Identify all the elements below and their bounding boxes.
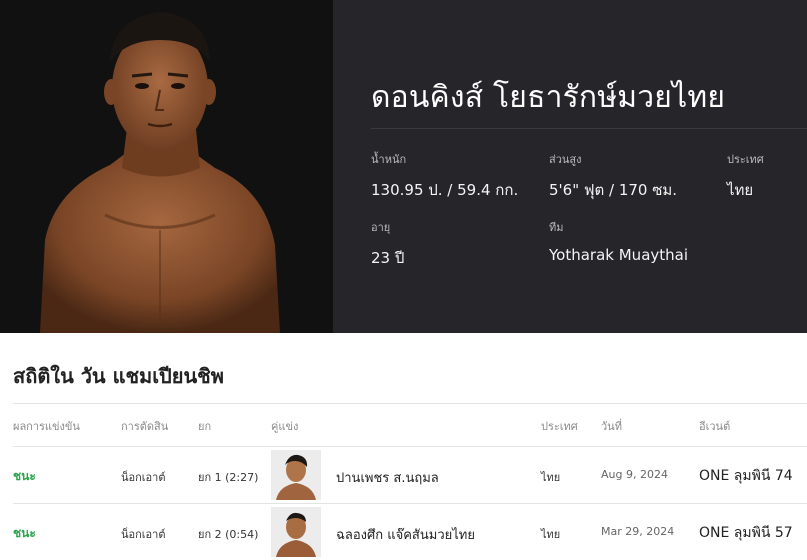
header-date: วันที่ xyxy=(601,420,622,433)
athlete-hero: ดอนคิงส์ โยธารักษ์มวยไทย น้ำหนัก 130.95 … xyxy=(0,0,807,333)
opponent-name-link[interactable]: ฉลองศึก แจ๊คสันมวยไทย xyxy=(336,524,475,545)
stat-team-value: Yotharak Muaythai xyxy=(549,246,689,264)
result-cell: ชนะ xyxy=(13,526,36,540)
athlete-name: ดอนคิงส์ โยธารักษ์มวยไทย xyxy=(371,80,726,115)
opponent-avatar[interactable] xyxy=(271,450,321,500)
stat-height-value: 5'6" ฟุต / 170 ซม. xyxy=(549,181,678,199)
header-result: ผลการแข่งขัน xyxy=(13,420,80,433)
athlete-info-panel: ดอนคิงส์ โยธารักษ์มวยไทย น้ำหนัก 130.95 … xyxy=(333,0,807,333)
stat-country: ประเทศ ไทย xyxy=(727,150,764,202)
event-link[interactable]: ONE ลุมพินี 57 xyxy=(699,522,793,544)
header-country: ประเทศ xyxy=(541,420,578,433)
header-event: อีเวนต์ xyxy=(699,420,731,433)
event-link[interactable]: ONE ลุมพินี 74 xyxy=(699,465,793,487)
stat-height-label: ส่วนสูง xyxy=(549,153,582,166)
date-cell: Mar 29, 2024 xyxy=(601,525,675,538)
date-cell: Aug 9, 2024 xyxy=(601,468,668,481)
round-cell: ยก 1 (2:27) xyxy=(198,471,259,484)
stat-height: ส่วนสูง 5'6" ฟุต / 170 ซม. xyxy=(549,150,677,202)
stat-age: อายุ 23 ปี xyxy=(371,218,404,270)
stat-weight-value: 130.95 ป. / 59.4 กก. xyxy=(371,181,519,199)
header-opponent: คู่แข่ง xyxy=(271,420,299,433)
header-method: การตัดสิน xyxy=(121,420,169,433)
opponent-portrait-icon xyxy=(271,450,321,500)
stat-team: ทีม Yotharak Muaythai xyxy=(549,218,688,264)
athlete-portrait-illustration xyxy=(0,0,333,333)
table-top-border xyxy=(13,403,807,404)
method-cell: น็อกเอาต์ xyxy=(121,471,166,484)
opponent-portrait-icon xyxy=(271,507,321,557)
athlete-photo xyxy=(0,0,333,333)
round-cell: ยก 2 (0:54) xyxy=(198,528,259,541)
stat-age-label: อายุ xyxy=(371,221,391,234)
country-cell: ไทย xyxy=(541,528,561,541)
table-row[interactable]: ชนะ น็อกเอาต์ ยก 1 (2:27) ปานเพชร ส.นฤมล… xyxy=(13,447,807,503)
stat-country-value: ไทย xyxy=(727,181,754,199)
divider xyxy=(371,128,807,129)
result-cell: ชนะ xyxy=(13,469,36,483)
header-round: ยก xyxy=(198,420,212,433)
stat-country-label: ประเทศ xyxy=(727,153,764,166)
method-cell: น็อกเอาต์ xyxy=(121,528,166,541)
section-title: สถิติใน วัน แชมเปียนชิพ xyxy=(13,364,224,388)
table-row[interactable]: ชนะ น็อกเอาต์ ยก 2 (0:54) ฉลองศึก แจ๊คสั… xyxy=(13,504,807,560)
stat-weight: น้ำหนัก 130.95 ป. / 59.4 กก. xyxy=(371,150,518,202)
country-cell: ไทย xyxy=(541,471,561,484)
opponent-name-link[interactable]: ปานเพชร ส.นฤมล xyxy=(336,467,439,488)
stat-team-label: ทีม xyxy=(549,221,564,234)
stat-weight-label: น้ำหนัก xyxy=(371,153,407,166)
opponent-avatar[interactable] xyxy=(271,507,321,557)
stat-age-value: 23 ปี xyxy=(371,249,405,267)
